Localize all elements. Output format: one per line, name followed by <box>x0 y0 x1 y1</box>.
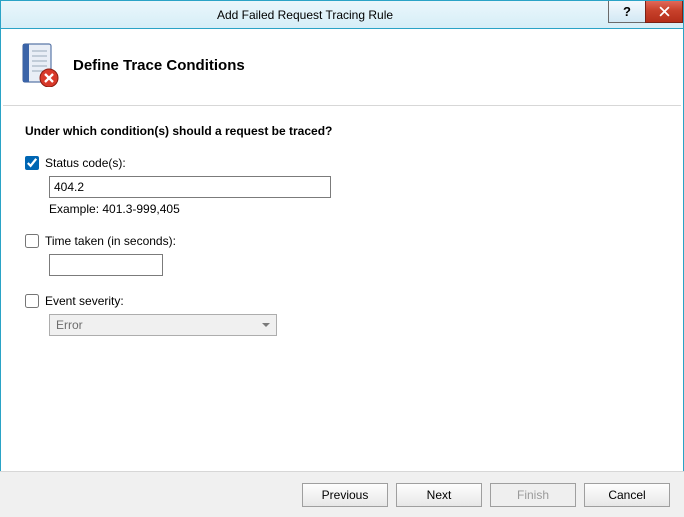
event-severity-checkbox[interactable] <box>25 294 39 308</box>
time-taken-label[interactable]: Time taken (in seconds): <box>45 234 176 248</box>
wizard-icon <box>19 43 59 87</box>
finish-button: Finish <box>490 483 576 507</box>
next-button[interactable]: Next <box>396 483 482 507</box>
time-taken-input[interactable] <box>49 254 163 276</box>
status-codes-label[interactable]: Status code(s): <box>45 156 126 170</box>
content-area: Under which condition(s) should a reques… <box>1 106 683 346</box>
close-icon <box>659 6 670 17</box>
time-taken-row: Time taken (in seconds): <box>25 234 659 248</box>
cancel-button[interactable]: Cancel <box>584 483 670 507</box>
status-codes-example: Example: 401.3-999,405 <box>49 202 659 216</box>
time-taken-checkbox[interactable] <box>25 234 39 248</box>
window-title: Add Failed Request Tracing Rule <box>1 1 609 28</box>
status-codes-checkbox[interactable] <box>25 156 39 170</box>
previous-button[interactable]: Previous <box>302 483 388 507</box>
prompt-text: Under which condition(s) should a reques… <box>25 124 659 138</box>
help-button[interactable]: ? <box>608 1 646 23</box>
event-severity-select: Error <box>49 314 277 336</box>
titlebar: Add Failed Request Tracing Rule ? <box>1 1 683 29</box>
event-severity-label[interactable]: Event severity: <box>45 294 124 308</box>
event-severity-row: Event severity: <box>25 294 659 308</box>
page-title: Define Trace Conditions <box>73 57 245 74</box>
wizard-footer: Previous Next Finish Cancel <box>0 471 684 517</box>
wizard-header: Define Trace Conditions <box>1 29 683 105</box>
status-codes-row: Status code(s): <box>25 156 659 170</box>
event-severity-select-wrap: Error <box>49 314 277 336</box>
close-button[interactable] <box>645 1 683 23</box>
status-codes-input[interactable] <box>49 176 331 198</box>
window-controls: ? <box>609 1 683 28</box>
